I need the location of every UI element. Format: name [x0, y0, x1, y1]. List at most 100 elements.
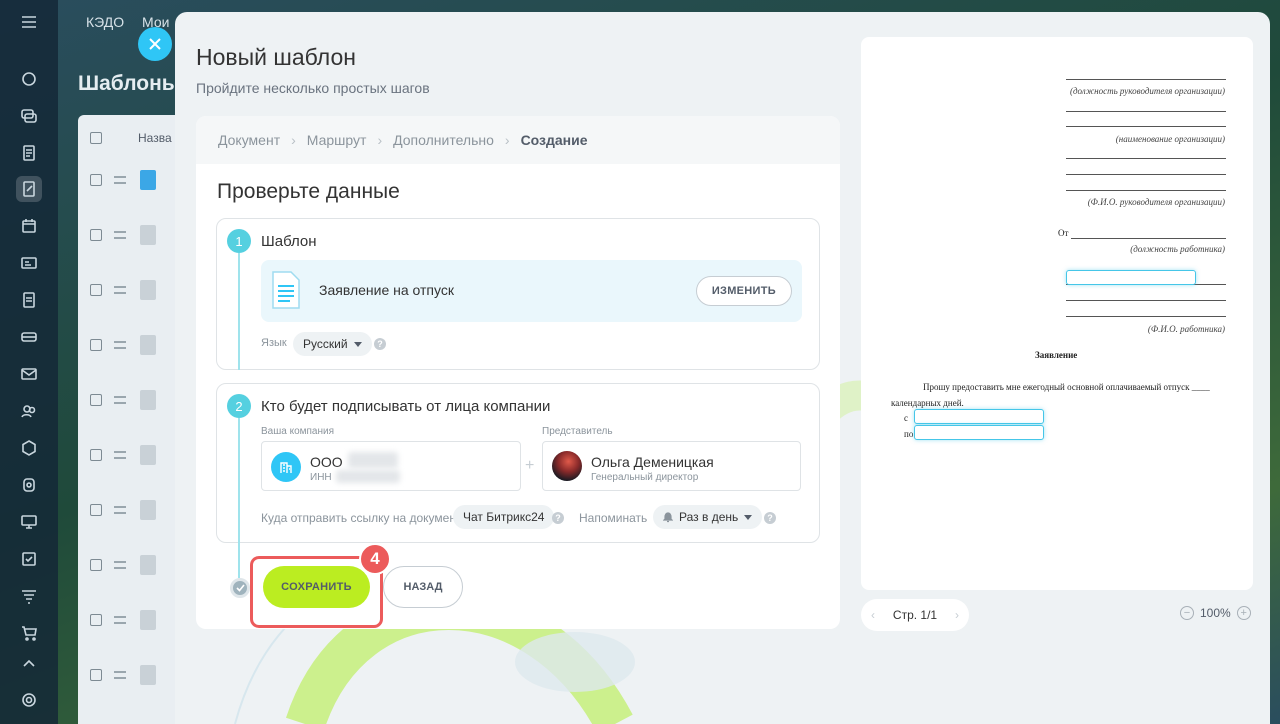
list-item[interactable] [90, 280, 188, 300]
to-date-field[interactable] [914, 425, 1044, 440]
background-list: Назва [78, 115, 188, 724]
list-item[interactable] [90, 170, 188, 190]
zoom-level: 100% [1200, 606, 1231, 620]
company-selector[interactable]: ООО ИНН [261, 441, 521, 491]
representative-selector[interactable]: Ольга Деменицкая Генеральный директор [542, 441, 801, 491]
calendar-icon[interactable] [16, 213, 42, 239]
company-label: Ваша компания [261, 426, 335, 437]
list-item[interactable] [90, 500, 188, 520]
presentation-icon[interactable] [16, 509, 42, 535]
remind-value: Раз в день [679, 510, 739, 524]
blank-line [1066, 111, 1226, 112]
users-icon[interactable] [16, 398, 42, 424]
page-navigator: ‹ Стр. 1/1 › [861, 599, 969, 631]
mail-icon[interactable] [16, 361, 42, 387]
list-item[interactable] [90, 445, 188, 465]
help-icon[interactable]: ? [552, 512, 564, 524]
step-number-badge: 2 [227, 394, 251, 418]
to-date-label: по [904, 429, 914, 439]
sites-icon[interactable] [16, 472, 42, 498]
file-icon[interactable] [16, 287, 42, 313]
remind-select[interactable]: Раз в день [653, 505, 763, 529]
redacted-company-name [348, 452, 398, 468]
signing-icon[interactable] [16, 176, 42, 202]
redacted-company-inn [336, 470, 400, 483]
back-button[interactable]: НАЗАД [383, 566, 463, 608]
company-name: ООО [310, 454, 343, 470]
zoom-in-icon[interactable]: + [1236, 606, 1251, 620]
step-route[interactable]: Маршрут [307, 132, 367, 148]
selected-template: Заявление на отпуск ИЗМЕНИТЬ [261, 260, 802, 322]
close-slider-button[interactable] [138, 27, 172, 61]
step-creation: Создание [520, 132, 588, 148]
signer-section-title: Кто будет подписывать от лица компании [261, 398, 551, 415]
list-item[interactable] [90, 555, 188, 575]
blank-line [1066, 300, 1226, 301]
tasks-icon[interactable] [16, 546, 42, 572]
documents-icon[interactable] [16, 140, 42, 166]
timeline-line [238, 418, 240, 544]
chevron-right-icon[interactable]: › [955, 608, 959, 622]
remind-label: Напоминать [579, 511, 648, 525]
company-avatar [271, 452, 301, 482]
blank-line [1071, 238, 1226, 239]
slider-subtitle: Пройдите несколько простых шагов [196, 80, 430, 96]
from-date-field[interactable] [914, 409, 1044, 424]
representative-name: Ольга Деменицкая [591, 454, 714, 470]
chevron-right-icon: › [377, 132, 383, 148]
zoom-out-icon[interactable]: − [1180, 606, 1194, 620]
settings-icon[interactable] [16, 687, 42, 713]
expand-icon[interactable] [16, 650, 42, 676]
template-name: Заявление на отпуск [319, 282, 454, 298]
representative-role: Генеральный директор [591, 472, 699, 483]
section-heading: Проверьте данные [217, 180, 400, 203]
list-item[interactable] [90, 610, 188, 630]
step-additional[interactable]: Дополнительно [393, 132, 494, 148]
list-item[interactable] [90, 390, 188, 410]
list-item[interactable] [90, 335, 188, 355]
caption-employee-position: (должность работника) [1130, 244, 1225, 254]
from-label: От [1058, 228, 1069, 238]
blank-line [1066, 316, 1226, 317]
change-template-button[interactable]: ИЗМЕНИТЬ [695, 276, 792, 306]
employee-field[interactable] [1066, 270, 1196, 285]
card-icon[interactable] [16, 250, 42, 276]
document-title: Заявление [1035, 350, 1078, 360]
hexagon-icon[interactable] [16, 435, 42, 461]
send-link-select[interactable]: Чат Битрикс24 [453, 505, 555, 529]
chevron-right-icon: › [504, 132, 510, 148]
cart-icon[interactable] [16, 620, 42, 646]
chevron-left-icon[interactable]: ‹ [871, 608, 875, 622]
building-icon [280, 462, 292, 473]
send-link-label: Куда отправить ссылку на документ [261, 511, 462, 525]
step-document[interactable]: Документ [218, 132, 280, 148]
bg-tab-kedo[interactable]: КЭДО [86, 14, 124, 30]
save-button[interactable]: СОХРАНИТЬ [263, 566, 370, 608]
chat-icon[interactable] [16, 103, 42, 129]
left-sidebar [0, 0, 58, 724]
background-page-title: Шаблоны [78, 72, 180, 95]
filter-icon[interactable] [16, 583, 42, 609]
feed-icon[interactable] [16, 66, 42, 92]
drive-icon[interactable] [16, 324, 42, 350]
blank-line [1066, 158, 1226, 159]
list-item[interactable] [90, 225, 188, 245]
select-all-checkbox[interactable] [90, 132, 102, 144]
body-line-2: календарных дней. [891, 398, 964, 408]
menu-icon[interactable] [16, 9, 42, 35]
list-header: Назва [90, 128, 188, 148]
list-item[interactable] [90, 665, 188, 685]
representative-label: Представитель [542, 426, 613, 437]
language-select[interactable]: Русский [293, 332, 372, 356]
help-icon[interactable]: ? [764, 512, 776, 524]
blank-line [1066, 79, 1226, 80]
send-link-value: Чат Битрикс24 [463, 510, 545, 524]
body-line-1: Прошу предоставить мне ежегодный основно… [923, 382, 1210, 392]
slider-title: Новый шаблон [196, 44, 356, 70]
zoom-control: − 100% + [1180, 606, 1251, 620]
document-preview: (должность руководителя организации) (на… [861, 37, 1253, 590]
new-template-slider: Новый шаблон Пройдите несколько простых … [175, 12, 1270, 724]
check-icon [235, 584, 245, 592]
caption-head-position: (должность руководителя организации) [1069, 86, 1225, 96]
help-icon[interactable]: ? [374, 338, 386, 350]
